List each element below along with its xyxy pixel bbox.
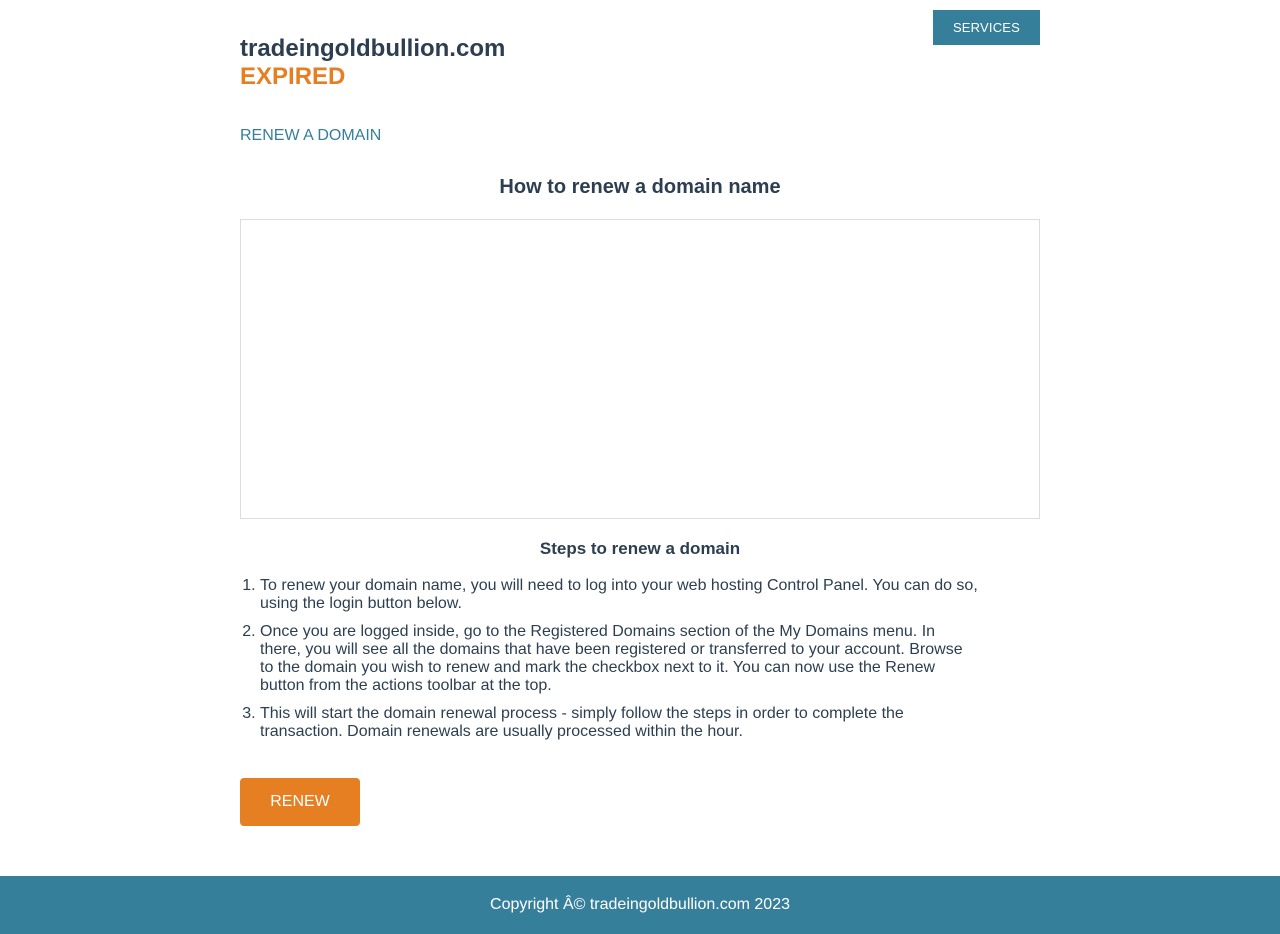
services-button[interactable]: SERVICES: [933, 10, 1040, 45]
step-item: This will start the domain renewal proce…: [260, 705, 980, 741]
domain-name: tradeingoldbullion.com: [240, 35, 506, 62]
page: SERVICES tradeingoldbullion.com EXPIRED …: [0, 0, 1280, 934]
how-to-renew-heading: How to renew a domain name: [499, 176, 781, 198]
video-embed[interactable]: [240, 219, 1040, 519]
copyright-text: Copyright Â© tradeingoldbullion.com 2023: [490, 896, 790, 913]
steps-list: To renew your domain name, you will need…: [240, 577, 980, 751]
step-item: Once you are logged inside, go to the Re…: [260, 623, 980, 695]
renew-button[interactable]: RENEW: [240, 778, 360, 826]
step-item: To renew your domain name, you will need…: [260, 577, 980, 613]
footer: Copyright Â© tradeingoldbullion.com 2023: [0, 876, 1280, 934]
steps-heading: Steps to renew a domain: [539, 539, 741, 558]
renew-domain-link[interactable]: RENEW A DOMAIN: [240, 126, 381, 146]
status-expired: EXPIRED: [240, 63, 346, 90]
